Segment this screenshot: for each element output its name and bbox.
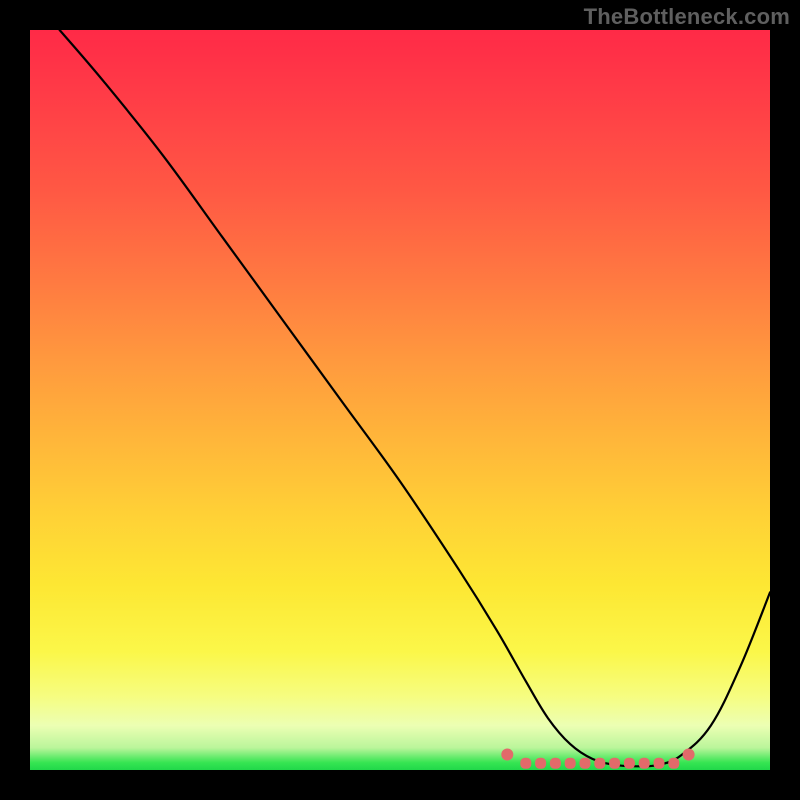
- flat-marker: [520, 758, 531, 769]
- flat-marker: [683, 749, 695, 761]
- plot-area: [30, 30, 770, 770]
- flat-marker: [535, 758, 546, 769]
- flat-marker: [668, 758, 679, 769]
- chart-frame: TheBottleneck.com: [0, 0, 800, 800]
- watermark-text: TheBottleneck.com: [584, 4, 790, 30]
- flat-marker: [565, 758, 576, 769]
- flat-marker: [580, 758, 591, 769]
- flat-marker: [654, 758, 665, 769]
- curve-layer: [30, 30, 770, 770]
- flat-marker: [550, 758, 561, 769]
- flat-region-markers: [501, 749, 694, 769]
- flat-marker: [624, 758, 635, 769]
- flat-marker: [501, 749, 513, 761]
- flat-marker: [609, 758, 620, 769]
- flat-marker: [639, 758, 650, 769]
- bottleneck-curve: [60, 30, 770, 766]
- flat-marker: [594, 758, 605, 769]
